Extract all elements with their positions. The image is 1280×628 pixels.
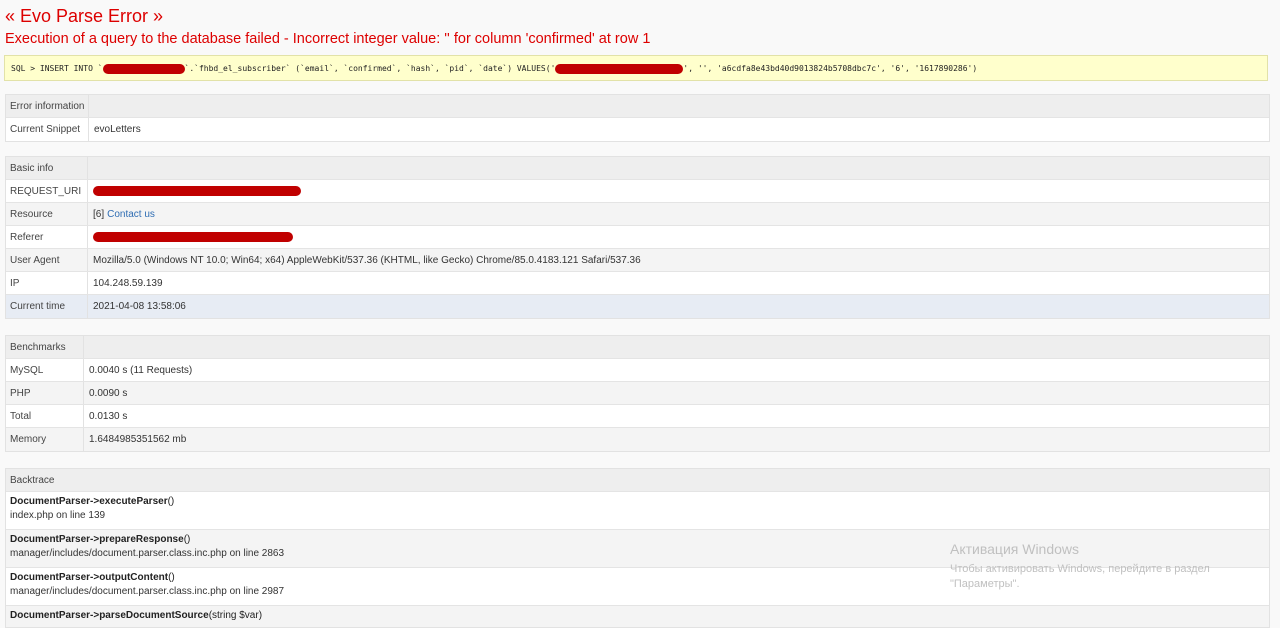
table-row: Current time 2021-04-08 13:58:06 [6, 295, 1269, 318]
error-information-table: Error information Current Snippet evoLet… [5, 94, 1270, 142]
table-row: Total 0.0130 s [6, 405, 1269, 428]
backtrace-call: DocumentParser->executeParser() [10, 496, 175, 507]
backtrace-location: index.php on line 139 [10, 510, 106, 521]
watermark-text: Чтобы активировать Windows, перейдите в … [950, 563, 1210, 590]
redacted-db-name [102, 63, 185, 74]
table-row: Referer [6, 226, 1269, 249]
section-header: Backtrace [10, 474, 55, 486]
row-value: 0.0090 s [89, 387, 128, 399]
row-key: Referer [6, 226, 88, 248]
table-row: User Agent Mozilla/5.0 (Windows NT 10.0;… [6, 249, 1269, 272]
row-key: Memory [6, 428, 84, 451]
resource-link[interactable]: Contact us [107, 209, 155, 220]
redacted-request-uri [93, 186, 301, 196]
row-value [88, 180, 1269, 202]
row-value: evoLetters [94, 124, 141, 135]
table-row: Memory 1.6484985351562 mb [6, 428, 1269, 451]
row-value: [6] Contact us [88, 203, 1269, 225]
table-row: MySQL 0.0040 s (11 Requests) [6, 359, 1269, 382]
watermark-title: Активация Windows [950, 541, 1080, 557]
section-header: Error information [6, 95, 89, 117]
table-row: Resource [6] Contact us [6, 203, 1269, 226]
resource-id: [6] [93, 208, 105, 220]
row-value: 0.0040 s (11 Requests) [89, 364, 193, 376]
sql-query-box: SQL > INSERT INTO ` `.`fhbd_el_subscriber… [4, 55, 1268, 81]
redacted-referer [93, 232, 293, 242]
row-key: MySQL [6, 359, 84, 381]
row-value: Mozilla/5.0 (Windows NT 10.0; Win64; x64… [93, 254, 641, 266]
row-key: Current Snippet [6, 118, 89, 141]
section-header: Basic info [6, 157, 88, 179]
table-row: IP 104.248.59.139 [6, 272, 1269, 295]
table-header-row: Benchmarks [6, 336, 1269, 359]
row-value: 104.248.59.139 [93, 277, 163, 289]
page-title: « Evo Parse Error » [5, 6, 164, 26]
basic-info-table: Basic info REQUEST_URI Resource [6] Cont… [5, 156, 1270, 319]
backtrace-call: DocumentParser->parseDocumentSource(stri… [10, 610, 263, 621]
backtrace-item: DocumentParser->executeParser() index.ph… [6, 492, 1269, 530]
row-value: 0.0130 s [89, 410, 128, 422]
section-header: Benchmarks [6, 336, 84, 358]
windows-activation-watermark: Активация Windows Чтобы активировать Win… [950, 541, 1250, 592]
row-key: PHP [6, 382, 84, 404]
row-key: Resource [6, 203, 88, 225]
row-value [88, 226, 1269, 248]
sql-part-3: ', '', 'a6cdfa8e43bd40d9013824b5708dbc7c… [683, 64, 978, 73]
sql-part-1: SQL > INSERT INTO ` [11, 64, 103, 73]
table-header-row: Backtrace [6, 469, 1269, 492]
row-key: Current time [6, 295, 88, 318]
row-key: Total [6, 405, 84, 427]
row-value: 2021-04-08 13:58:06 [93, 301, 186, 312]
table-header-row: Error information [6, 95, 1269, 118]
table-row: PHP 0.0090 s [6, 382, 1269, 405]
table-header-row: Basic info [6, 157, 1269, 180]
row-key: User Agent [6, 249, 88, 271]
table-row: Current Snippet evoLetters [6, 118, 1269, 141]
backtrace-item: DocumentParser->parseDocumentSource(stri… [6, 606, 1269, 627]
redacted-email [555, 63, 684, 74]
table-row: REQUEST_URI [6, 180, 1269, 203]
row-key: REQUEST_URI [6, 180, 88, 202]
sql-part-2: `.`fhbd_el_subscriber` (`email`, `confir… [184, 64, 556, 73]
benchmarks-table: Benchmarks MySQL 0.0040 s (11 Requests) … [5, 335, 1270, 452]
row-key: IP [6, 272, 88, 294]
row-value: 1.6484985351562 mb [89, 434, 187, 445]
error-message: Execution of a query to the database fai… [5, 31, 651, 47]
